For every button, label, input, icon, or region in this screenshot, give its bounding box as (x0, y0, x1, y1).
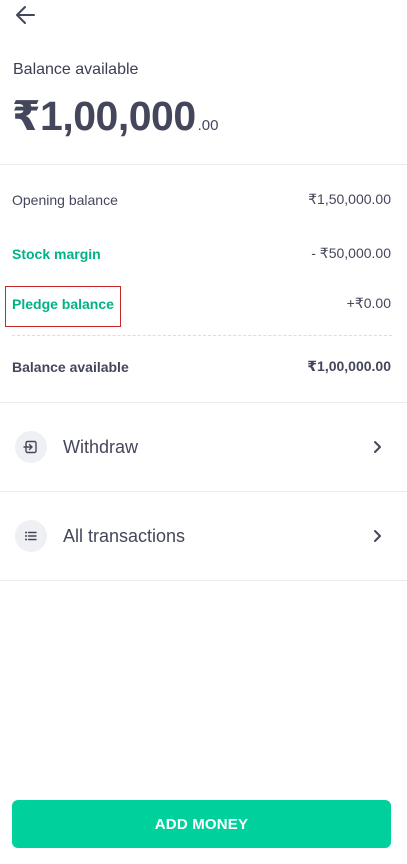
withdraw-item[interactable]: Withdraw (0, 403, 407, 491)
available-balance-value: ₹1,00,000.00 (307, 358, 391, 374)
stock-margin-row[interactable]: Stock margin - ₹50,000.00 (12, 245, 391, 262)
available-balance-label: Balance available (12, 358, 129, 375)
divider (0, 580, 407, 581)
dashed-divider (12, 335, 392, 336)
withdraw-icon (15, 431, 47, 463)
add-money-button[interactable]: ADD MONEY (12, 800, 391, 848)
balance-amount: ₹1,00,000 .00 (12, 92, 218, 140)
back-button[interactable] (12, 3, 38, 27)
opening-balance-row: Opening balance ₹1,50,000.00 (12, 191, 391, 208)
withdraw-label: Withdraw (63, 436, 139, 457)
balance-amount-main: ₹1,00,000 (12, 93, 196, 139)
opening-balance-label: Opening balance (12, 191, 118, 208)
opening-balance-value: ₹1,50,000.00 (308, 191, 391, 207)
balance-amount-decimal: .00 (197, 117, 219, 134)
available-balance-row: Balance available ₹1,00,000.00 (12, 358, 391, 375)
highlight-box (5, 286, 121, 327)
arrow-left-icon (16, 6, 35, 24)
list-icon (15, 520, 47, 552)
divider (0, 164, 407, 165)
balance-label: Balance available (13, 61, 139, 78)
pledge-balance-value: +₹0.00 (346, 295, 391, 311)
all-transactions-label: All transactions (63, 525, 186, 546)
stock-margin-value: - ₹50,000.00 (311, 245, 391, 261)
stock-margin-label[interactable]: Stock margin (12, 246, 101, 262)
chevron-right-icon (374, 441, 381, 453)
all-transactions-item[interactable]: All transactions (0, 492, 407, 580)
chevron-right-icon (374, 530, 381, 542)
